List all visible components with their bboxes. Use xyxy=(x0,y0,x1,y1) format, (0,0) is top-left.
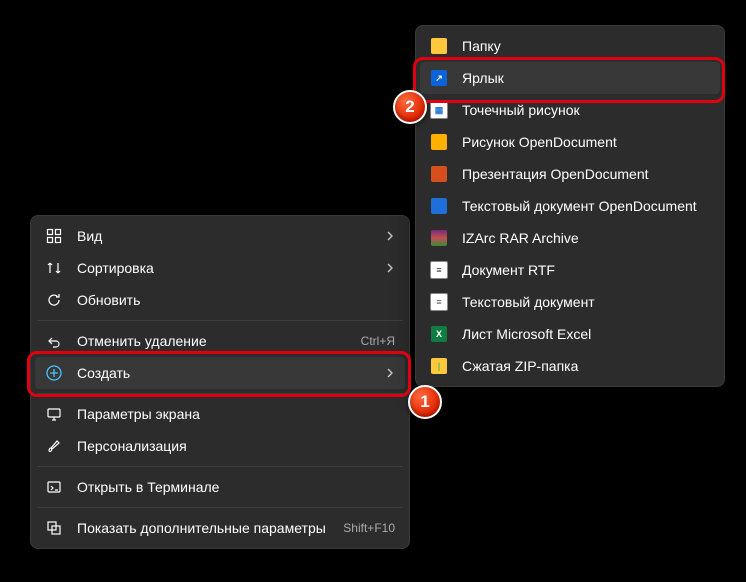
menu-label: Текстовый документ OpenDocument xyxy=(462,198,710,214)
menu-item-terminal[interactable]: Открыть в Терминале xyxy=(35,471,405,503)
menu-label: Лист Microsoft Excel xyxy=(462,326,710,342)
step-badge-1: 1 xyxy=(408,385,442,419)
menu-label: Документ RTF xyxy=(462,262,710,278)
undo-icon xyxy=(45,332,63,350)
menu-separator xyxy=(37,393,403,394)
chevron-right-icon xyxy=(385,231,395,241)
menu-label: Презентация OpenDocument xyxy=(462,166,710,182)
step-badge-2: 2 xyxy=(393,90,427,124)
new-icon xyxy=(45,364,63,382)
menu-label: Персонализация xyxy=(77,438,395,454)
menu-label: Показать дополнительные параметры xyxy=(77,520,333,536)
menu-label: Отменить удаление xyxy=(77,333,351,349)
menu-item-view[interactable]: Вид xyxy=(35,220,405,252)
menu-label: Параметры экрана xyxy=(77,406,395,422)
menu-item-undo[interactable]: Отменить удаление Ctrl+Я xyxy=(35,325,405,357)
menu-label: Открыть в Терминале xyxy=(77,479,395,495)
zip-icon: | xyxy=(430,357,448,375)
submenu-item-bmp[interactable]: ▦ Точечный рисунок xyxy=(420,94,720,126)
menu-label: Папку xyxy=(462,38,710,54)
sort-icon xyxy=(45,259,63,277)
submenu-item-shortcut[interactable]: ↗ Ярлык xyxy=(420,62,720,94)
folder-icon xyxy=(430,37,448,55)
menu-label: IZArc RAR Archive xyxy=(462,230,710,246)
menu-label: Ярлык xyxy=(462,70,710,86)
odt-icon xyxy=(430,197,448,215)
submenu-item-xls[interactable]: X Лист Microsoft Excel xyxy=(420,318,720,350)
odg-icon xyxy=(430,133,448,151)
menu-item-more[interactable]: Показать дополнительные параметры Shift+… xyxy=(35,512,405,544)
menu-separator xyxy=(37,507,403,508)
menu-label: Сжатая ZIP-папка xyxy=(462,358,710,374)
bmp-icon: ▦ xyxy=(430,101,448,119)
more-icon xyxy=(45,519,63,537)
menu-item-refresh[interactable]: Обновить xyxy=(35,284,405,316)
desktop-context-menu: Вид Сортировка Обновить Отмени xyxy=(30,215,410,549)
submenu-item-rtf[interactable]: ≡ Документ RTF xyxy=(420,254,720,286)
submenu-item-odt[interactable]: Текстовый документ OpenDocument xyxy=(420,190,720,222)
xls-icon: X xyxy=(430,325,448,343)
odp-icon xyxy=(430,165,448,183)
submenu-item-txt[interactable]: ≡ Текстовый документ xyxy=(420,286,720,318)
menu-shortcut: Ctrl+Я xyxy=(361,334,395,348)
submenu-item-odg[interactable]: Рисунок OpenDocument xyxy=(420,126,720,158)
menu-label: Создать xyxy=(77,365,385,381)
menu-label: Текстовый документ xyxy=(462,294,710,310)
menu-label: Обновить xyxy=(77,292,395,308)
txt-icon: ≡ xyxy=(430,293,448,311)
submenu-item-folder[interactable]: Папку xyxy=(420,30,720,62)
rtf-icon: ≡ xyxy=(430,261,448,279)
new-submenu: Папку ↗ Ярлык ▦ Точечный рисунок Рисунок… xyxy=(415,25,725,387)
terminal-icon xyxy=(45,478,63,496)
view-icon xyxy=(45,227,63,245)
menu-item-new[interactable]: Создать xyxy=(35,357,405,389)
menu-separator xyxy=(37,466,403,467)
display-icon xyxy=(45,405,63,423)
submenu-item-rar[interactable]: IZArc RAR Archive xyxy=(420,222,720,254)
personalize-icon xyxy=(45,437,63,455)
menu-label: Вид xyxy=(77,228,385,244)
chevron-right-icon xyxy=(385,263,395,273)
menu-shortcut: Shift+F10 xyxy=(343,521,395,535)
submenu-item-zip[interactable]: | Сжатая ZIP-папка xyxy=(420,350,720,382)
refresh-icon xyxy=(45,291,63,309)
menu-item-personalize[interactable]: Персонализация xyxy=(35,430,405,462)
menu-item-sort[interactable]: Сортировка xyxy=(35,252,405,284)
shortcut-icon: ↗ xyxy=(430,69,448,87)
menu-separator xyxy=(37,320,403,321)
menu-label: Рисунок OpenDocument xyxy=(462,134,710,150)
menu-label: Сортировка xyxy=(77,260,385,276)
chevron-right-icon xyxy=(385,368,395,378)
menu-label: Точечный рисунок xyxy=(462,102,710,118)
menu-item-display[interactable]: Параметры экрана xyxy=(35,398,405,430)
submenu-item-odp[interactable]: Презентация OpenDocument xyxy=(420,158,720,190)
rar-icon xyxy=(430,229,448,247)
